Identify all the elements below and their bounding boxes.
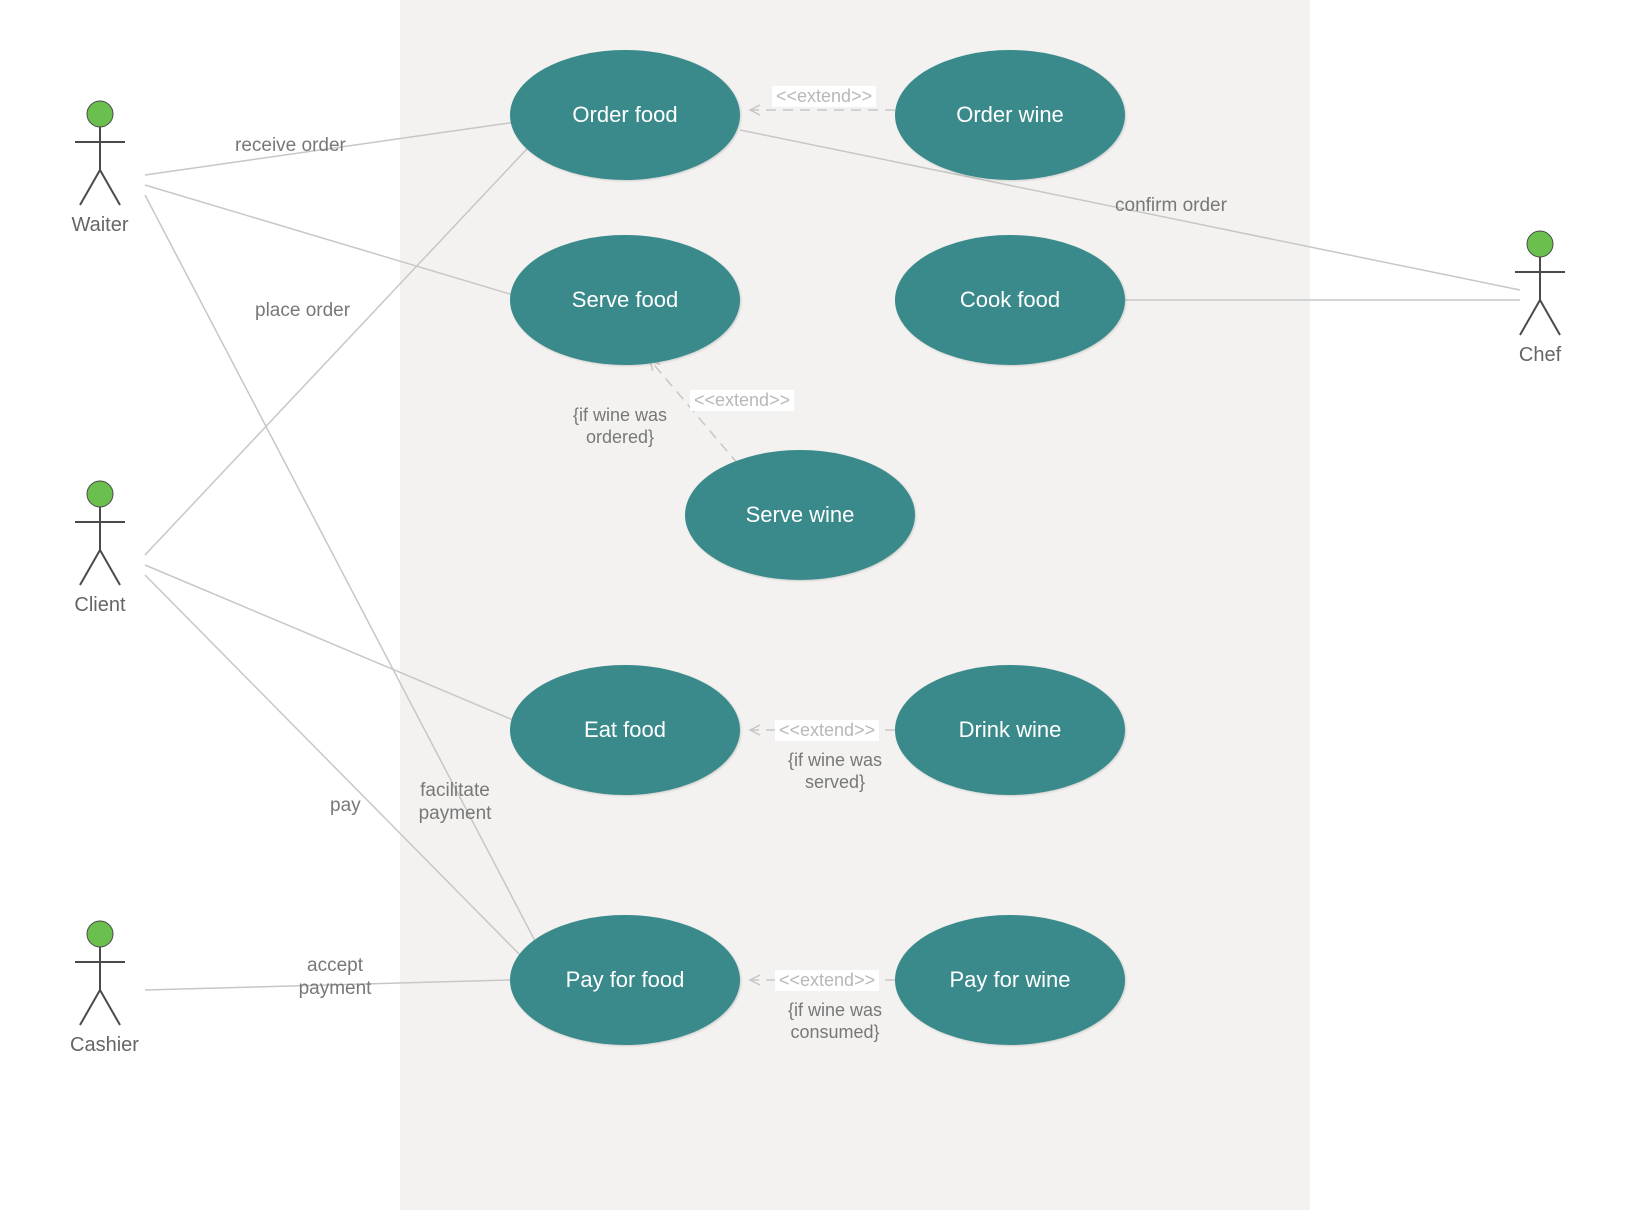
label-facilitate-payment: facilitate payment (410, 780, 500, 826)
actor-client-label: Client (70, 594, 130, 617)
label-pay: pay (330, 795, 361, 817)
usecase-cook-food-label: Cook food (960, 287, 1060, 313)
usecase-serve-food-label: Serve food (572, 287, 678, 313)
usecase-pay-for-food: Pay for food (510, 915, 740, 1045)
extend-label-serve: <<extend>> (690, 390, 794, 411)
usecase-order-food-label: Order food (572, 102, 677, 128)
actor-waiter: Waiter (70, 100, 130, 230)
label-place-order: place order (255, 300, 350, 322)
extend-label-eat: <<extend>> (775, 720, 879, 741)
usecase-serve-wine-label: Serve wine (746, 502, 855, 528)
actor-chef-label: Chef (1510, 344, 1570, 367)
usecase-order-wine: Order wine (895, 50, 1125, 180)
label-accept-payment: accept payment (290, 955, 380, 1001)
usecase-eat-food-label: Eat food (584, 717, 666, 743)
actor-client: Client (70, 480, 130, 610)
actor-chef: Chef (1510, 230, 1570, 360)
label-receive-order: receive order (235, 135, 346, 157)
usecase-pay-for-wine-label: Pay for wine (949, 967, 1070, 993)
constraint-wine-consumed: {if wine was consumed} (770, 1000, 900, 1043)
constraint-wine-ordered: {if wine was ordered} (555, 405, 685, 448)
usecase-drink-wine-label: Drink wine (959, 717, 1062, 743)
actor-waiter-label: Waiter (70, 214, 130, 237)
actor-cashier-label: Cashier (70, 1034, 130, 1057)
usecase-cook-food: Cook food (895, 235, 1125, 365)
usecase-order-wine-label: Order wine (956, 102, 1064, 128)
usecase-pay-for-food-label: Pay for food (566, 967, 685, 993)
usecase-serve-wine: Serve wine (685, 450, 915, 580)
usecase-drink-wine: Drink wine (895, 665, 1125, 795)
usecase-pay-for-wine: Pay for wine (895, 915, 1125, 1045)
usecase-order-food: Order food (510, 50, 740, 180)
actor-cashier: Cashier (70, 920, 130, 1050)
extend-label-order: <<extend>> (772, 86, 876, 107)
extend-label-pay: <<extend>> (775, 970, 879, 991)
usecase-serve-food: Serve food (510, 235, 740, 365)
constraint-wine-served: {if wine was served} (770, 750, 900, 793)
usecase-eat-food: Eat food (510, 665, 740, 795)
label-confirm-order: confirm order (1115, 195, 1227, 217)
